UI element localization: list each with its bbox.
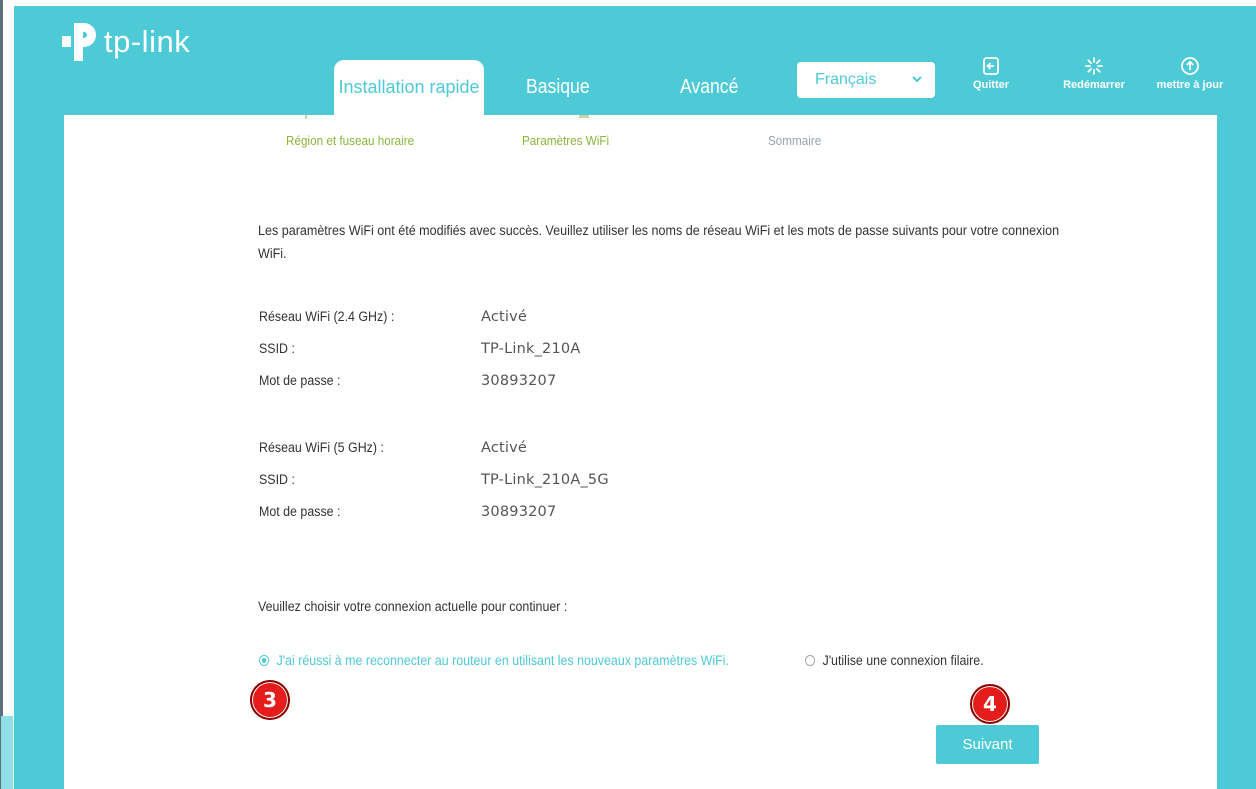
tp-link-logo-mark (62, 23, 96, 61)
quit-label: Quitter (972, 79, 1010, 91)
wifi5-network-value: Activé (481, 440, 528, 456)
language-select-value: Français (815, 71, 877, 88)
left-edge (0, 0, 14, 789)
step-marker-3: 3 (250, 680, 290, 720)
tab-quick-setup[interactable]: Installation rapide (334, 60, 484, 115)
radio-wireless-option[interactable]: J'ai réussi à me reconnecter au routeur … (259, 653, 729, 668)
intro-text: Les paramètres WiFi ont été modifiés ave… (258, 223, 1060, 261)
step-marker-4-label: 4 (983, 692, 997, 716)
restart-button[interactable]: Redémarrer (1054, 56, 1134, 91)
next-button-label: Suivant (962, 736, 1013, 753)
radio-wired-label: J'utilise une connexion filaire. (822, 653, 984, 668)
step-wifi: Paramètres WiFi (522, 133, 610, 148)
wifi5-ssid-value: TP-Link_210A_5G (481, 472, 609, 488)
step-tick (579, 115, 589, 118)
tp-link-logo: tp-link (60, 22, 190, 62)
wifi5-password-label: Mot de passe : (259, 504, 341, 519)
left-edge-scrollbar[interactable] (1, 716, 13, 789)
wifi24-ssid-label: SSID : (259, 341, 295, 356)
wifi5-network-label: Réseau WiFi (5 GHz) : (259, 440, 384, 455)
tab-advanced[interactable]: Avancé (680, 60, 738, 115)
tab-quick-setup-label: Installation rapide (338, 77, 480, 97)
tab-advanced-label: Avancé (680, 76, 739, 98)
upload-icon (1181, 57, 1199, 75)
step-summary: Sommaire (768, 133, 822, 148)
quit-button[interactable]: Quitter (966, 56, 1016, 91)
step-region: Région et fuseau horaire (286, 133, 415, 148)
next-button[interactable]: Suivant (936, 725, 1039, 764)
radio-wired-option[interactable]: J'utilise une connexion filaire. (805, 653, 984, 668)
exit-icon (983, 57, 999, 75)
wifi5-password-value: 30893207 (481, 504, 557, 520)
radio-wireless[interactable] (259, 655, 270, 666)
language-select[interactable]: Français (797, 62, 935, 98)
tab-basic-label: Basique (526, 76, 590, 98)
tab-basic[interactable]: Basique (526, 60, 590, 115)
update-label: mettre à jour (1156, 79, 1224, 91)
restart-icon (1085, 57, 1103, 75)
radio-wireless-label: J'ai réussi à me reconnecter au routeur … (276, 653, 729, 668)
radio-wired[interactable] (805, 655, 816, 666)
wifi24-network-label: Réseau WiFi (2.4 GHz) : (259, 309, 395, 324)
wifi24-ssid-value: TP-Link_210A (481, 341, 581, 357)
wifi24-password-value: 30893207 (481, 373, 557, 389)
wifi5-ssid-label: SSID : (259, 472, 295, 487)
wifi24-network-value: Activé (481, 309, 528, 325)
restart-label: Redémarrer (1063, 79, 1125, 91)
content-panel: Région et fuseau horaire Paramètres WiFi… (64, 115, 1217, 789)
left-edge-bar (0, 0, 3, 789)
connection-prompt: Veuillez choisir votre connexion actuell… (258, 599, 568, 614)
chevron-down-icon (912, 76, 922, 83)
brand-name: tp-link (104, 24, 191, 59)
step-tick (305, 115, 307, 119)
step-marker-4: 4 (970, 684, 1010, 724)
update-button[interactable]: mettre à jour (1152, 56, 1228, 91)
step-marker-3-label: 3 (263, 688, 277, 712)
wifi24-password-label: Mot de passe : (259, 373, 341, 388)
